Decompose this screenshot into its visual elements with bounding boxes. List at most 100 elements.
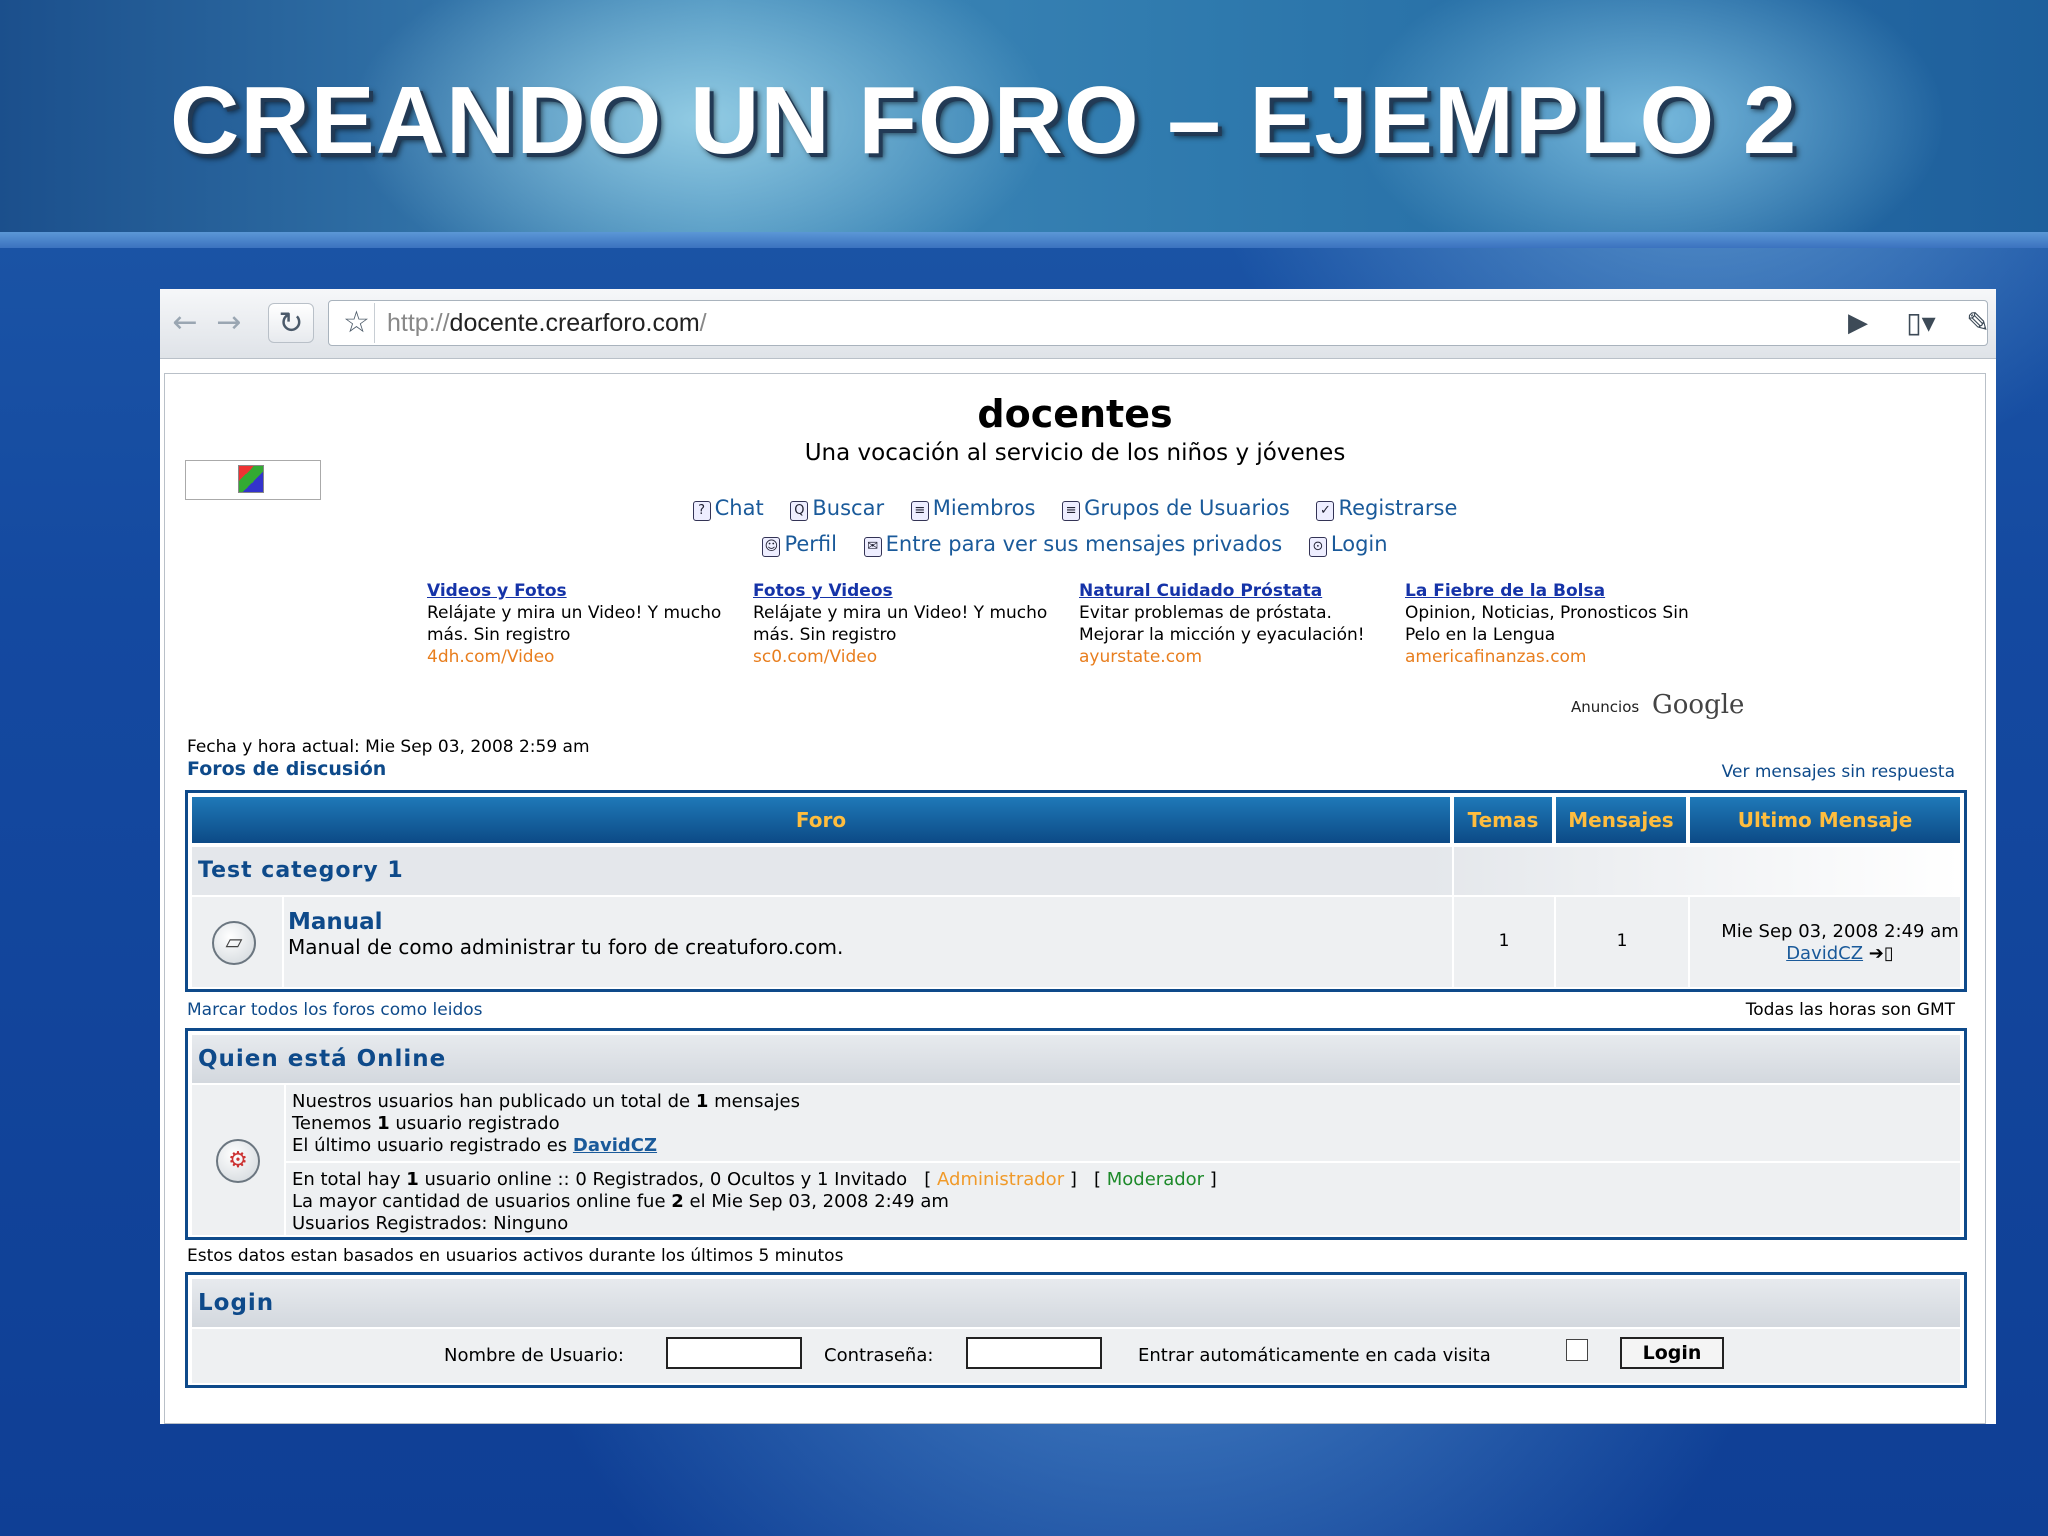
site-description: Una vocación al servicio de los niños y …	[804, 440, 1346, 466]
text: En total hay	[292, 1169, 401, 1190]
ad-item[interactable]: Natural Cuidado Próstata Evitar problema…	[1079, 580, 1389, 668]
topics-count: 1	[1498, 931, 1510, 951]
ad-title[interactable]: La Fiebre de la Bolsa	[1405, 580, 1715, 602]
login-button[interactable]: Login	[1620, 1337, 1724, 1369]
ads-label[interactable]: Anuncios	[1571, 698, 1639, 716]
ad-url[interactable]: ayurstate.com	[1079, 646, 1389, 668]
forum-index-link[interactable]: Foros de discusión	[187, 758, 386, 780]
username-label: Nombre de Usuario:	[444, 1345, 624, 1366]
go-play-icon[interactable]: ▶	[1836, 303, 1880, 343]
posts-total: 1	[695, 1091, 709, 1112]
forward-arrow-icon[interactable]: →	[210, 303, 248, 343]
password-input[interactable]	[966, 1337, 1102, 1369]
bookmark-star-icon[interactable]: ☆	[339, 303, 375, 343]
login-form: Nombre de Usuario: Contraseña: Entrar au…	[192, 1329, 1960, 1383]
ad-title[interactable]: Natural Cuidado Próstata	[1079, 580, 1389, 602]
nav-groups-link[interactable]: ≡ Grupos de Usuarios	[1062, 496, 1290, 521]
registered-online-line: Usuarios Registrados: Ninguno	[292, 1213, 569, 1234]
ad-title[interactable]: Videos y Fotos	[427, 580, 737, 602]
browser-toolbar: ← → ↻ ☆ http://docente.crearforo.com/ ▶ …	[160, 289, 1996, 359]
ad-title[interactable]: Fotos y Videos	[753, 580, 1063, 602]
nav-profile-label: Perfil	[784, 532, 837, 556]
text: usuario online :: 0 Registrados, 0 Ocult…	[424, 1169, 908, 1190]
table-header-row: Foro Temas Mensajes Ultimo Mensaje	[192, 797, 1960, 843]
ad-text: Evitar problemas de próstata. Mejorar la…	[1079, 603, 1365, 645]
online-users-icon: ⚙	[216, 1139, 260, 1183]
slide-header-band	[0, 232, 2048, 248]
ad-item[interactable]: Fotos y Videos Relájate y mira un Video!…	[753, 580, 1063, 668]
divider	[286, 1161, 1960, 1163]
go-to-post-icon[interactable]: ➔▯	[1869, 943, 1894, 964]
url-scheme: http://	[387, 309, 450, 337]
nav-messages-link[interactable]: ✉ Entre para ver sus mensajes privados	[863, 532, 1283, 557]
category-name[interactable]: Test category 1	[198, 847, 404, 895]
ad-url[interactable]: 4dh.com/Video	[427, 646, 737, 668]
registered-users-line: Tenemos 1 usuario registrado	[292, 1113, 560, 1134]
ad-text: Opinion, Noticias, Pronosticos Sin Pelo …	[1405, 603, 1689, 645]
newest-user-link[interactable]: DavidCZ	[573, 1135, 657, 1156]
broken-logo-image	[185, 460, 321, 500]
nav-search-label: Buscar	[812, 496, 885, 520]
col-last-post: Ultimo Mensaje	[1690, 797, 1960, 843]
reload-icon[interactable]: ↻	[268, 303, 314, 343]
page-viewport: docentes Una vocación al servicio de los…	[164, 373, 1986, 1424]
username-input[interactable]	[666, 1337, 802, 1369]
max-online-count: 2	[671, 1191, 684, 1212]
online-total-line: En total hay 1 usuario online :: 0 Regis…	[292, 1169, 1217, 1190]
current-datetime: Fecha y hora actual: Mie Sep 03, 2008 2:…	[187, 737, 590, 757]
nav-chat-link[interactable]: ? Chat	[692, 496, 764, 521]
forum-folder-icon: ▱	[212, 921, 256, 965]
forum-name-link[interactable]: Manual	[288, 909, 383, 935]
ad-url[interactable]: sc0.com/Video	[753, 646, 1063, 668]
administrator-legend: Administrador	[937, 1169, 1065, 1190]
browser-window: ← → ↻ ☆ http://docente.crearforo.com/ ▶ …	[160, 289, 1996, 1424]
posts-count: 1	[1616, 931, 1628, 951]
divider	[282, 897, 284, 987]
divider	[1688, 897, 1690, 987]
ad-url[interactable]: americafinanzas.com	[1405, 646, 1715, 668]
last-post-info: DavidCZ ➔▯	[1720, 943, 1960, 964]
ad-item[interactable]: Videos y Fotos Relájate y mira un Video!…	[427, 580, 737, 668]
nav-chat-label: Chat	[714, 496, 764, 520]
login-box: Login Nombre de Usuario: Contraseña: Ent…	[185, 1272, 1967, 1388]
forum-table: Foro Temas Mensajes Ultimo Mensaje Test …	[185, 790, 1967, 992]
back-arrow-icon[interactable]: ←	[166, 303, 204, 343]
nav-profile-link[interactable]: ☺ Perfil	[762, 532, 837, 557]
nav-search-link[interactable]: Q Buscar	[790, 496, 884, 521]
nav-members-link[interactable]: ≡ Miembros	[910, 496, 1035, 521]
members-list-icon: ≡	[910, 501, 929, 521]
nav-row-1: ? Chat Q Buscar ≡ Miembros ≡ Grupos de Usuar…	[165, 496, 1985, 521]
ad-text: Relájate y mira un Video! Y mucho más. S…	[753, 603, 1048, 645]
slide-title: CREANDO UN FORO – EJEMPLO 2	[170, 67, 1798, 174]
address-bar[interactable]: ☆ http://docente.crearforo.com/	[328, 300, 1988, 346]
category-row[interactable]: Test category 1	[192, 847, 1960, 895]
nav-register-link[interactable]: ✓ Registrarse	[1316, 496, 1457, 521]
broken-image-icon	[238, 465, 264, 493]
divider	[284, 1085, 286, 1235]
last-post-date: Mie Sep 03, 2008 2:49 am	[1721, 921, 1959, 942]
groups-list-icon: ≡	[1062, 501, 1081, 521]
unanswered-posts-link[interactable]: Ver mensajes sin respuesta	[1722, 762, 1955, 782]
who-is-online-header[interactable]: Quien está Online	[192, 1035, 1960, 1083]
wrench-icon[interactable]: ✎	[1960, 303, 1996, 343]
help-icon: ?	[692, 501, 711, 521]
register-check-icon: ✓	[1316, 501, 1335, 521]
text: Nuestros usuarios han publicado un total…	[292, 1091, 691, 1112]
url-host: docente.crearforo.com	[449, 309, 700, 337]
ad-text: Relájate y mira un Video! Y mucho más. S…	[427, 603, 722, 645]
login-icon: ⊙	[1308, 537, 1327, 557]
mark-all-read-link[interactable]: Marcar todos los foros como leidos	[187, 1000, 483, 1020]
page-menu-icon[interactable]: ▯▾	[1894, 303, 1948, 343]
text: el Mie Sep 03, 2008 2:49 am	[689, 1191, 949, 1212]
newest-user-line: El último usuario registrado es DavidCZ	[292, 1135, 657, 1156]
last-post-user-link[interactable]: DavidCZ	[1786, 943, 1863, 964]
url-text[interactable]: http://docente.crearforo.com/	[387, 301, 707, 345]
text: usuario registrado	[395, 1113, 560, 1134]
google-logo[interactable]: Google	[1652, 690, 1744, 720]
login-header[interactable]: Login	[192, 1279, 1960, 1327]
autologin-checkbox[interactable]	[1566, 1339, 1588, 1361]
url-path: /	[699, 309, 707, 337]
nav-messages-label: Entre para ver sus mensajes privados	[885, 532, 1283, 556]
nav-login-link[interactable]: ⊙ Login	[1308, 532, 1388, 557]
ad-item[interactable]: La Fiebre de la Bolsa Opinion, Noticias,…	[1405, 580, 1715, 668]
